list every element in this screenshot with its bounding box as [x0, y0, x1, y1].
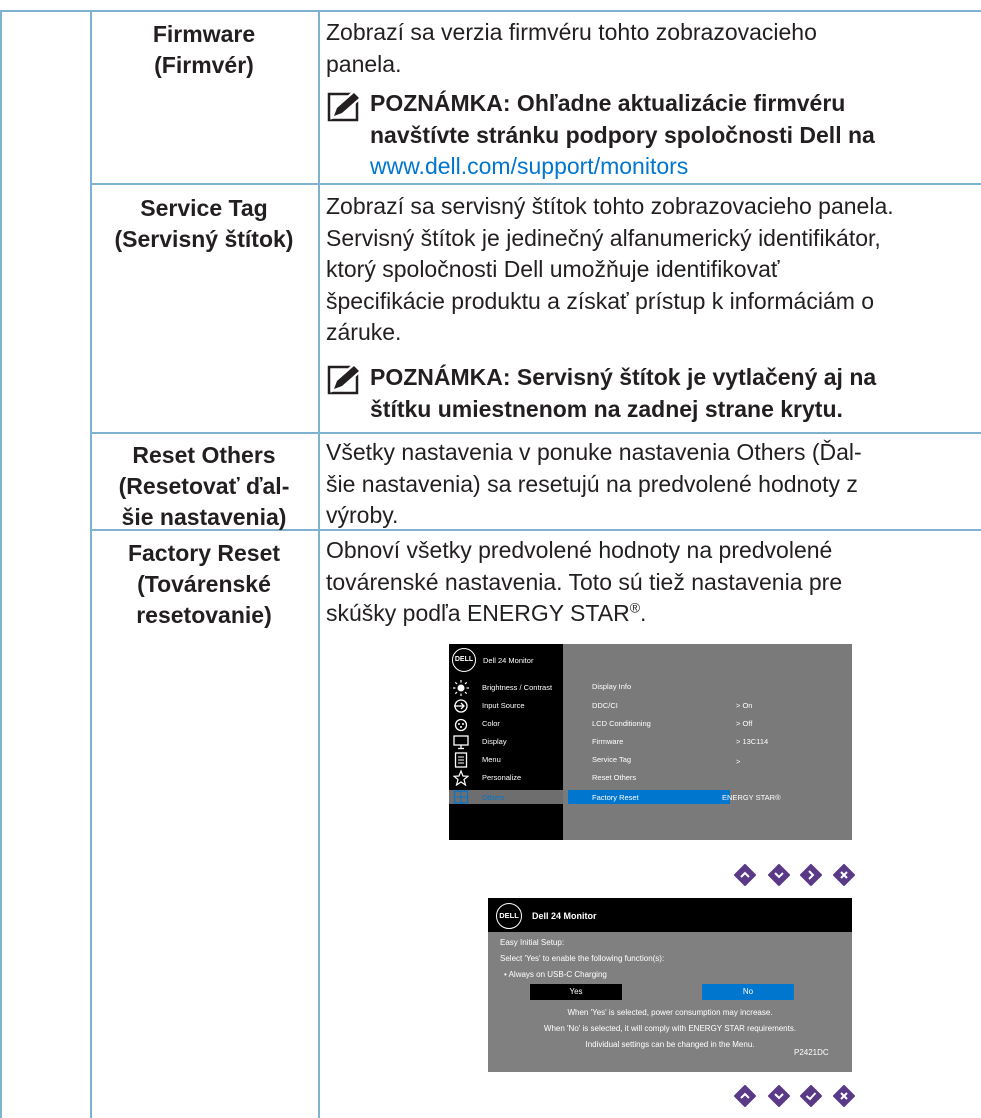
header-line: (Továrenské: [137, 571, 271, 597]
desc-line: panela.: [326, 50, 402, 77]
header-line: (Firmvér): [154, 52, 254, 78]
osd-dialog-footer-line: When 'Yes' is selected, power consumptio…: [567, 1008, 773, 1017]
desc-line: továrenské nastavenia. Toto sú tiež nast…: [326, 568, 843, 595]
osd-menu-item-input-source[interactable]: Input Source: [482, 701, 525, 710]
row-desc-factory-reset: Obnoví všetky predvolené hodnoty na pred…: [326, 535, 976, 630]
osd-submenu-service-tag-value: >: [736, 757, 741, 766]
osd-dialog-line: Select 'Yes' to enable the following fun…: [500, 954, 665, 963]
table-border-left: [0, 10, 2, 1118]
osd-dialog-line: • Always on USB-C Charging: [504, 970, 607, 979]
osd-submenu-ddcci-value: > On: [736, 701, 753, 710]
row-desc-firmware: Zobrazí sa verzia firmvéru tohto zobrazo…: [326, 17, 976, 80]
header-line: šie nastavenia): [121, 504, 287, 530]
desc-line: šie nastavenia) sa resetujú na predvolen…: [326, 470, 858, 497]
brightness-icon: [453, 680, 469, 696]
osd-submenu-service-tag[interactable]: Service Tag: [592, 755, 631, 764]
row-header-firmware: Firmware (Firmvér): [92, 19, 316, 81]
osd-submenu-firmware-value: > 13C114: [736, 737, 769, 746]
up-button-icon[interactable]: [734, 1085, 756, 1107]
note-line: POZNÁMKA: Ohľadne aktualizácie firmvéru: [370, 90, 846, 116]
desc-line: špecifikácie produktu a získať prístup k…: [326, 287, 875, 314]
osd-submenu-ddcci[interactable]: DDC/CI: [592, 701, 618, 710]
input-source-icon: [454, 699, 468, 713]
desc-line: záruke.: [326, 319, 402, 345]
close-button-icon[interactable]: [833, 1085, 855, 1107]
desc-line: Všetky nastavenia v ponuke nastavenia Ot…: [326, 439, 862, 465]
desc-line: Zobrazí sa verzia firmvéru tohto zobrazo…: [326, 19, 817, 45]
row-header-service-tag: Service Tag (Servisný štítok): [92, 193, 316, 255]
desc-line: Obnoví všetky predvolené hodnoty na pred…: [326, 537, 833, 563]
header-line: (Servisný štítok): [114, 226, 294, 252]
close-button-icon[interactable]: [833, 864, 855, 886]
row-divider-2: [92, 432, 981, 434]
row-desc-reset-others: Všetky nastavenia v ponuke nastavenia Ot…: [326, 437, 976, 532]
desc-line: skúšky podľa ENERGY STAR®.: [326, 599, 647, 626]
osd-no-button[interactable]: No: [702, 984, 794, 1000]
osd-submenu-lcd-value: > Off: [736, 719, 753, 728]
osd-submenu-factory-reset-value: ENERGY STAR®: [722, 793, 781, 802]
row-header-reset-others: Reset Others (Resetovať ďal- šie nastave…: [92, 440, 316, 533]
right-button-icon[interactable]: [800, 864, 822, 886]
note-line: štítku umiestnenom na zadnej strane kryt…: [370, 395, 843, 422]
support-link[interactable]: www.dell.com/support/monitors: [370, 151, 980, 183]
desc-line: Servisný štítok je jedinečný alfanumeric…: [326, 224, 881, 251]
osd-menu-item-others[interactable]: Others: [482, 793, 505, 802]
table-border-top: [0, 10, 981, 12]
osd-submenu-factory-reset[interactable]: Factory Reset: [592, 793, 639, 802]
osd-submenu-display-info[interactable]: Display Info: [592, 682, 631, 691]
osd-dialog-footer-line: When 'No' is selected, it will comply wi…: [543, 1024, 797, 1033]
header-line: resetovanie): [136, 602, 272, 628]
osd-menu-item-brightness[interactable]: Brightness / Contrast: [482, 683, 552, 692]
down-button-icon[interactable]: [768, 864, 790, 886]
row-header-factory-reset: Factory Reset (Továrenské resetovanie): [92, 538, 316, 631]
color-icon: [454, 718, 468, 732]
check-button-icon[interactable]: [800, 1085, 822, 1107]
osd-dialog-screenshot: DELL Dell 24 Monitor Easy Initial Setup:…: [488, 898, 852, 1072]
osd-dialog-line: Easy Initial Setup:: [500, 938, 565, 947]
row-divider-1: [92, 183, 981, 185]
desc-line: Zobrazí sa servisný štítok tohto zobrazo…: [326, 193, 894, 219]
note-line: POZNÁMKA: Servisný štítok je vytlačený a…: [370, 364, 877, 390]
up-button-icon[interactable]: [734, 864, 756, 886]
star-icon: [453, 770, 469, 786]
header-line: Reset Others: [132, 442, 276, 468]
row-desc-service-tag: Zobrazí sa servisný štítok tohto zobrazo…: [326, 191, 976, 349]
header-line: Firmware: [152, 21, 256, 47]
note-firmware: POZNÁMKA: Ohľadne aktualizácie firmvéru …: [370, 88, 980, 183]
osd-yes-button[interactable]: Yes: [530, 984, 622, 1000]
osd-menu-item-color[interactable]: Color: [482, 719, 500, 728]
osd-menu-item-menu[interactable]: Menu: [482, 755, 501, 764]
desc-line: ktorý spoločnosti Dell umožňuje identifi…: [326, 256, 780, 282]
note-service-tag: POZNÁMKA: Servisný štítok je vytlačený a…: [370, 362, 980, 425]
osd-title: Dell 24 Monitor: [483, 656, 534, 665]
osd-dialog-model: P2421DC: [794, 1048, 829, 1057]
osd-submenu-firmware[interactable]: Firmware: [592, 737, 623, 746]
note-line: navštívte stránku podpory spoločnosti De…: [370, 121, 875, 148]
osd-submenu-lcd-conditioning[interactable]: LCD Conditioning: [592, 719, 651, 728]
osd-logo: DELL: [452, 648, 476, 672]
desc-line: výroby.: [326, 502, 399, 528]
osd-menu-item-display[interactable]: Display: [482, 737, 507, 746]
osd-menu-screenshot: DELL Dell 24 Monitor Brightness / Contra…: [449, 644, 852, 840]
column-divider-2: [318, 10, 320, 1118]
osd-submenu-reset-others[interactable]: Reset Others: [592, 773, 636, 782]
menu-icon: [454, 752, 468, 768]
osd-dialog-logo: DELL: [496, 903, 522, 929]
header-line: Factory Reset: [127, 540, 281, 566]
header-line: (Resetovať ďal-: [118, 473, 290, 499]
down-button-icon[interactable]: [768, 1085, 790, 1107]
header-line: Service Tag: [140, 195, 268, 221]
display-icon: [453, 735, 469, 750]
note-pencil-icon: [327, 365, 361, 395]
note-pencil-icon: [327, 92, 361, 122]
osd-dialog-title: Dell 24 Monitor: [532, 911, 597, 921]
others-icon: [453, 790, 469, 804]
osd-menu-item-personalize[interactable]: Personalize: [482, 773, 521, 782]
